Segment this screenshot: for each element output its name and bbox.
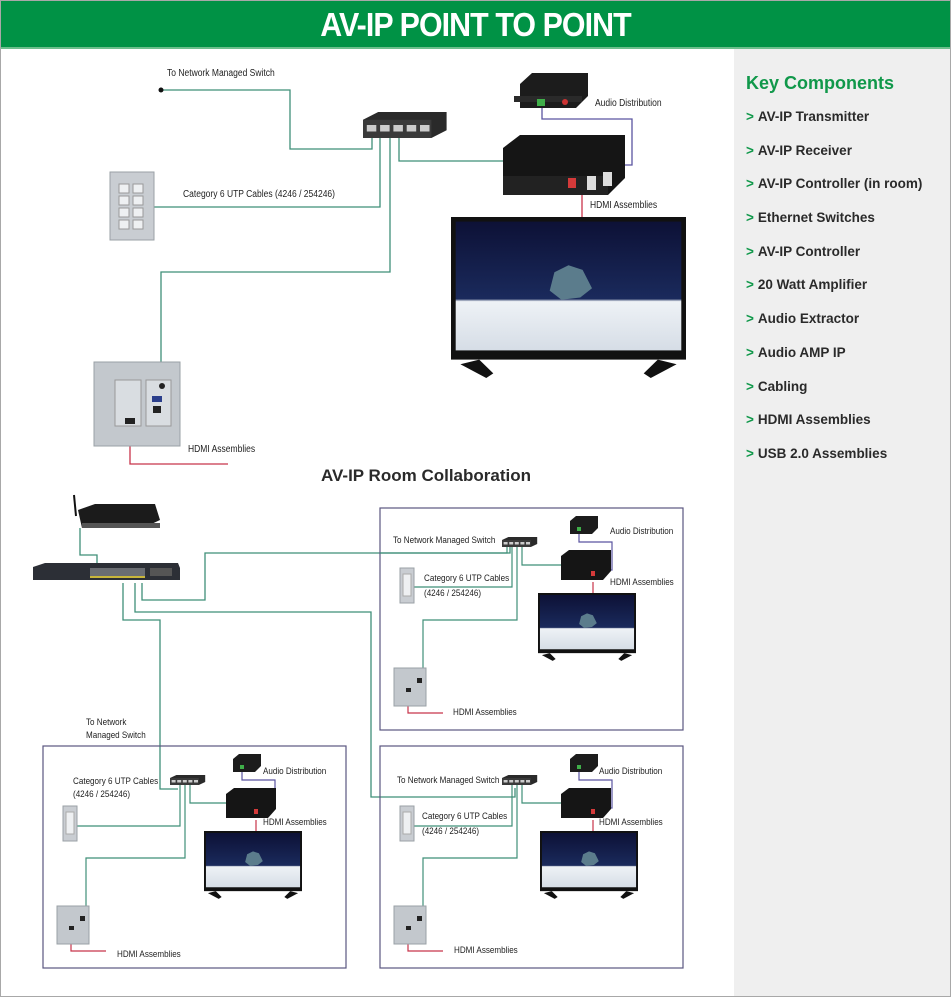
to-switch-label: To Network Managed Switch [167, 68, 275, 79]
key-components-list: > AV-IP Transmitter > AV-IP Receiver > AV-I… [746, 109, 922, 480]
audio-distribution-label: Audio Distribution [595, 98, 662, 109]
room-1-cables-label: Category 6 UTP Cables [424, 573, 510, 584]
bullet-icon: > [746, 243, 754, 259]
room-2-to-switch-label: To Network [86, 717, 127, 728]
component-item: > HDMI Assemblies [746, 412, 871, 428]
room-3-cables-codes: (4246 / 254246) [422, 826, 480, 837]
component-item: > Cabling [746, 378, 808, 394]
ethernet-switch-icon [363, 112, 447, 138]
bullet-icon: > [746, 109, 754, 124]
hdmi-transmitter-label: HDMI Assemblies [188, 444, 256, 455]
collaboration-title: AV-IP Room Collaboration [321, 466, 531, 485]
room-2-to-switch-label-2: Managed Switch [86, 730, 146, 741]
room-2-cables-label: Category 6 UTP Cables [73, 776, 159, 787]
hdmi-receiver-label: HDMI Assemblies [590, 200, 658, 211]
room-3-audio-label: Audio Distribution [599, 766, 663, 777]
network-endpoint-dot [158, 87, 164, 93]
bullet-icon: > [746, 142, 754, 158]
room-3-hdmi-transmitter-label: HDMI Assemblies [454, 945, 518, 956]
room-2-hdmi-receiver-label: HDMI Assemblies [263, 817, 327, 828]
managed-ethernet-switch-icon [33, 563, 180, 580]
room-1-hdmi-transmitter-label: HDMI Assemblies [453, 707, 517, 718]
wireless-controller-icon [73, 494, 160, 528]
bullet-icon: > [746, 210, 754, 226]
room-1-audio-label: Audio Distribution [610, 526, 674, 537]
ethernet-cables [153, 89, 503, 362]
cables-label: Category 6 UTP Cables (4246 / 254246) [183, 189, 335, 200]
bullet-icon: > [746, 412, 754, 428]
room-3-to-switch-label: To Network Managed Switch [397, 775, 500, 786]
component-item: > AV-IP Controller (in room) [746, 176, 923, 192]
component-item: > AV-IP Receiver [746, 142, 852, 158]
component-item: >20 Watt Amplifier [746, 277, 868, 293]
page-header: AV-IP POINT TO POINT [1, 1, 950, 49]
key-components-panel: Key Components > AV-IP Transmitter > AV-IP… [734, 49, 950, 996]
component-item: > USB 2.0 Assemblies [746, 445, 888, 461]
component-item: > AV-IP Controller [746, 243, 861, 259]
bullet-icon: > [746, 445, 754, 461]
room-1-hdmi-receiver-label: HDMI Assemblies [610, 577, 674, 588]
bullet-icon: > [746, 378, 754, 394]
bullet-icon: > [746, 311, 754, 327]
component-item: > Audio Extractor [746, 311, 860, 327]
keypad-controller-icon [109, 171, 155, 241]
room-2-hdmi-transmitter-label: HDMI Assemblies [117, 949, 181, 960]
display-tv-icon [451, 217, 686, 378]
av-ip-receiver-icon [503, 135, 625, 195]
page-title: AV-IP POINT TO POINT [320, 6, 631, 43]
component-item: > Audio AMP IP [746, 344, 846, 360]
room-3-cables-label: Category 6 UTP Cables [422, 811, 508, 822]
room-2-cables-codes: (4246 / 254246) [73, 789, 131, 800]
component-item: > Ethernet Switches [746, 210, 875, 226]
component-item: > AV-IP Transmitter [746, 109, 870, 124]
room-1-cables-codes: (4246 / 254246) [424, 588, 482, 599]
room-2-audio-label: Audio Distribution [263, 766, 327, 777]
av-ip-transmitter-wallplate-icon [93, 361, 181, 447]
audio-distribution-icon [514, 73, 588, 108]
bullet-icon: > [746, 176, 754, 192]
point-to-point-diagram [93, 73, 686, 465]
bullet-icon: > [746, 277, 754, 293]
bullet-icon: > [746, 344, 754, 360]
room-3-hdmi-receiver-label: HDMI Assemblies [599, 817, 663, 828]
key-components-heading: Key Components [746, 73, 895, 93]
room-1-to-switch-label: To Network Managed Switch [393, 535, 496, 546]
diagram-canvas [33, 73, 686, 969]
